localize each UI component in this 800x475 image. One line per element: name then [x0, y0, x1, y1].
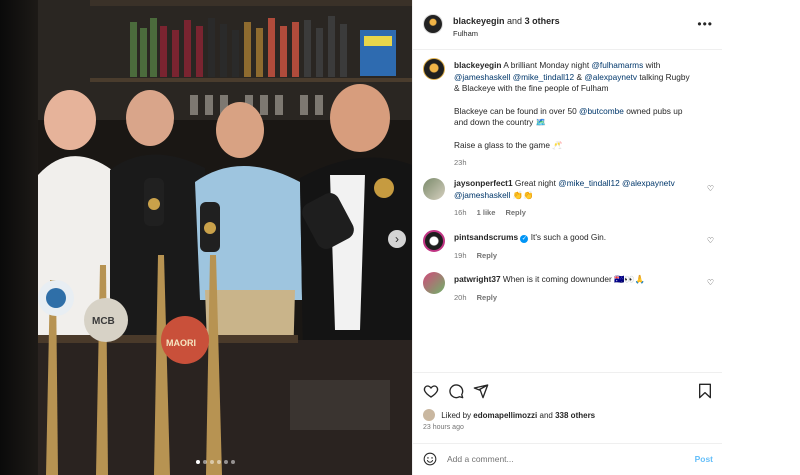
comment-text: Great night	[514, 178, 556, 188]
author-username[interactable]: blackeyegin	[453, 16, 505, 26]
carousel-next-button[interactable]: ›	[388, 230, 406, 248]
verified-badge-icon: ✓	[520, 235, 529, 243]
liker-avatar[interactable]	[423, 409, 435, 421]
mention-link[interactable]: @butcombe	[579, 106, 624, 116]
caption-text: with	[645, 60, 661, 70]
post-actions-bar	[413, 372, 723, 408]
mention-link[interactable]: @alexpaynetv	[584, 72, 637, 82]
comment-like-button[interactable]: ♡	[707, 279, 714, 287]
carousel-dot	[217, 460, 221, 464]
mention-link[interactable]: @jameshaskell	[454, 190, 510, 200]
instagram-post-view: MCB MAORI › blackeyegin and 3 others Ful…	[0, 0, 800, 475]
caption-text: Raise a glass to the game	[454, 139, 550, 150]
photo-scene: MCB MAORI	[0, 0, 412, 475]
post-timestamp[interactable]: 23 hours ago	[423, 424, 464, 431]
commenter-avatar[interactable]	[423, 272, 445, 294]
comment-body: patwright37 When is it coming downunder …	[454, 274, 694, 303]
comment-body: pintsandscrums ✓ It's such a good Gin. 1…	[454, 232, 694, 261]
bookmark-icon[interactable]	[697, 383, 713, 399]
liked-by-line: Liked by edomapellimozzi and 338 others	[423, 409, 595, 421]
photo-left-edge	[0, 0, 38, 475]
carousel-dot	[224, 460, 228, 464]
add-comment-input[interactable]	[447, 451, 677, 467]
mention-link[interactable]: @fulhamarms	[591, 60, 643, 70]
page-margin	[722, 0, 800, 475]
liker-username[interactable]: edomapellimozzi	[473, 411, 537, 420]
comment-text: When is it coming downunder	[502, 274, 612, 284]
chevron-right-icon: ›	[395, 232, 399, 246]
mention-link[interactable]: @mike_tindall12	[513, 72, 574, 82]
and-text: and	[507, 16, 523, 26]
more-options-button[interactable]: •••	[697, 18, 713, 30]
post-comment-button[interactable]: Post	[695, 454, 713, 464]
post-header: blackeyegin and 3 others Fulham •••	[413, 0, 723, 50]
heart-icon: ♡	[706, 278, 714, 287]
caption-avatar[interactable]	[423, 58, 445, 80]
comment-emoji: 🇦🇺👀🙏	[614, 274, 646, 284]
caption-username[interactable]: blackeyegin	[454, 60, 502, 70]
comment-time[interactable]: 19h	[454, 251, 467, 260]
carousel-dot	[231, 460, 235, 464]
commenter-username[interactable]: patwright37	[454, 274, 501, 284]
reply-button[interactable]: Reply	[477, 251, 497, 260]
caption-text: &	[576, 71, 583, 82]
comment-likes[interactable]: 1 like	[477, 208, 496, 217]
more-horizontal-icon: •••	[697, 17, 713, 31]
collaborators-link[interactable]: 3 others	[525, 16, 560, 26]
comment-time[interactable]: 16h	[454, 208, 467, 217]
heart-icon: ♡	[706, 236, 714, 245]
reply-button[interactable]: Reply	[505, 208, 525, 217]
reply-button[interactable]: Reply	[477, 293, 497, 302]
carousel-dot	[210, 460, 214, 464]
comment-body: jaysonperfect1 Great night @mike_tindall…	[454, 178, 694, 219]
comment-text: It's such a good Gin.	[530, 232, 607, 242]
map-emoji: 🗺️	[535, 117, 546, 127]
liked-by-prefix: Liked by	[441, 411, 472, 420]
carousel-dot	[203, 460, 207, 464]
smiley-icon[interactable]	[423, 452, 437, 466]
add-comment-bar: Post	[413, 443, 723, 475]
comments-list[interactable]: blackeyegin A brilliant Monday night @fu…	[413, 50, 723, 372]
location-link[interactable]: Fulham	[453, 29, 478, 38]
clap-emoji: 👏👏	[512, 189, 534, 200]
author-line: blackeyegin and 3 others	[453, 16, 560, 26]
mention-link[interactable]: @jameshaskell	[454, 72, 510, 82]
carousel-dots	[196, 460, 235, 464]
post-side-panel: blackeyegin and 3 others Fulham ••• blac…	[412, 0, 723, 475]
carousel-dot	[196, 460, 200, 464]
post-photo[interactable]: MCB MAORI ›	[0, 0, 412, 475]
heart-icon[interactable]	[423, 383, 439, 399]
caption-body: blackeyegin A brilliant Monday night @fu…	[454, 60, 694, 169]
cheers-emoji: 🥂	[552, 139, 563, 150]
comment-like-button[interactable]: ♡	[707, 185, 714, 193]
svg-text:MCB: MCB	[92, 316, 115, 327]
commenter-username[interactable]: jaysonperfect1	[454, 178, 513, 188]
mention-link[interactable]: @alexpaynetv	[622, 178, 675, 188]
author-avatar[interactable]	[423, 14, 443, 34]
share-icon[interactable]	[473, 383, 489, 399]
comment-like-button[interactable]: ♡	[707, 237, 714, 245]
commenter-username[interactable]: pintsandscrums	[454, 232, 518, 242]
comment-icon[interactable]	[448, 383, 464, 399]
liked-by-and: and	[539, 411, 553, 420]
likes-count-link[interactable]: 338 others	[555, 411, 595, 420]
commenter-avatar[interactable]	[423, 178, 445, 200]
commenter-avatar[interactable]	[423, 230, 445, 252]
mention-link[interactable]: @mike_tindall12	[558, 178, 619, 188]
caption-time[interactable]: 23h	[454, 158, 467, 167]
heart-icon: ♡	[706, 184, 714, 193]
comment-time[interactable]: 20h	[454, 293, 467, 302]
svg-text:MAORI: MAORI	[166, 338, 196, 348]
caption-text: Blackeye can be found in over 50	[454, 105, 577, 116]
caption-text: A brilliant Monday night	[503, 60, 590, 70]
